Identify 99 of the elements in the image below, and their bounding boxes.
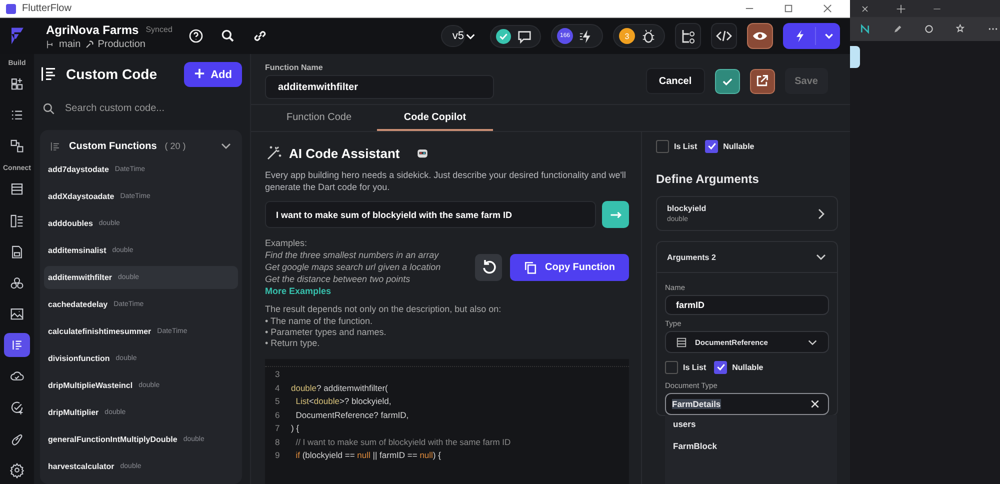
- copy-function-button[interactable]: Copy Function: [510, 254, 629, 281]
- function-count: ( 20 ): [164, 141, 186, 151]
- plus-icon: [194, 68, 205, 78]
- help-icon[interactable]: [188, 28, 204, 44]
- checkbox-label: Nullable: [723, 142, 754, 150]
- line-number: 4: [275, 382, 281, 393]
- reset-icon: [480, 259, 496, 276]
- maximize-icon[interactable]: [784, 4, 793, 13]
- window-title: FlutterFlow: [22, 3, 72, 14]
- extension-icon[interactable]: [860, 24, 870, 34]
- send-button[interactable]: [602, 201, 629, 228]
- robot-icon: [416, 146, 429, 160]
- reset-button[interactable]: [475, 254, 502, 281]
- line-number: 5: [275, 396, 281, 406]
- examples-label: Examples:: [265, 238, 308, 248]
- close-icon[interactable]: [860, 4, 870, 14]
- section-title[interactable]: Custom Functions: [69, 140, 157, 152]
- code-button[interactable]: [711, 23, 737, 49]
- preview-button[interactable]: [747, 23, 773, 49]
- search-icon[interactable]: [220, 28, 236, 44]
- checkbox-label: Is List: [674, 142, 698, 150]
- notes-intro: The result depends not only on the description, but also on:: [265, 304, 502, 316]
- code-line: if (blockyield == null || farmID == null) {: [294, 450, 441, 460]
- section-title: Define Arguments: [656, 172, 760, 186]
- editor-tab[interactable]: Code Copilot: [377, 105, 493, 131]
- branch-button[interactable]: [675, 23, 701, 49]
- document-type-field[interactable]: FarmDetails: [665, 393, 829, 415]
- count-badge: 3: [619, 28, 635, 44]
- wand-icon: [265, 144, 283, 162]
- line-number: 3: [275, 369, 281, 380]
- branch-icon: [680, 28, 696, 44]
- note-item: • The name of the function.: [265, 316, 374, 327]
- version-button[interactable]: v5: [441, 25, 465, 47]
- line-number: 9: [275, 450, 281, 460]
- chevron-down-icon: [824, 31, 834, 41]
- assistant-description: Every app building hero needs a sidekick. Just describe your desired functionality and we'll generate the Dart code for you.: [265, 170, 627, 194]
- chat-icon: [517, 28, 532, 44]
- name-field[interactable]: farmID: [665, 295, 829, 315]
- line-number: 8: [275, 436, 281, 447]
- code-line: DocumentReference? farmID,: [294, 410, 409, 420]
- menu-item[interactable]: FarmBlock: [673, 441, 829, 451]
- bug-icon: [641, 28, 656, 44]
- link-icon[interactable]: [252, 28, 268, 44]
- argument-title[interactable]: blockyield: [667, 204, 706, 213]
- add-button[interactable]: Add: [184, 62, 242, 86]
- code-line: double? additemwithfilter(: [291, 382, 388, 393]
- more-examples-link[interactable]: More Examples: [265, 286, 467, 296]
- close-icon[interactable]: [823, 4, 832, 13]
- checkbox[interactable]: [714, 360, 728, 374]
- editor-tab[interactable]: Function Code: [261, 105, 377, 131]
- assistant-title: AI Code Assistant: [289, 146, 400, 160]
- code-icon: [40, 65, 58, 83]
- panel-title: Custom Code: [66, 66, 157, 82]
- checkbox-label: Nullable: [732, 362, 764, 372]
- check-circle-icon: [496, 28, 511, 44]
- confirm-button[interactable]: [714, 68, 740, 94]
- menu-item[interactable]: users: [673, 419, 829, 429]
- checkbox-label: Is List: [683, 362, 706, 372]
- plus-icon[interactable]: [896, 4, 906, 14]
- run-button[interactable]: [783, 23, 840, 49]
- checkbox[interactable]: [665, 360, 678, 374]
- example-prompt[interactable]: Get the distance between two points: [265, 274, 467, 284]
- argument-title[interactable]: Arguments 2: [667, 252, 716, 262]
- pen-icon[interactable]: [892, 24, 902, 34]
- branch-icon: [46, 40, 55, 48]
- note-item: • Return type.: [265, 338, 321, 350]
- checkbox[interactable]: [656, 140, 669, 152]
- side-tab[interactable]: [850, 46, 860, 68]
- checkbox[interactable]: [705, 140, 718, 152]
- sync-status: Synced: [146, 25, 172, 34]
- copy-icon: [524, 260, 537, 274]
- example-prompt[interactable]: Get google maps search url given a location: [265, 262, 467, 272]
- line-number: 6: [275, 410, 281, 420]
- code-line: // I want to make sum of blockyield with the same farm ID: [294, 436, 511, 447]
- cancel-button[interactable]: Cancel: [646, 68, 705, 94]
- project-name: AgriNova Farms: [46, 22, 139, 36]
- open-external-button[interactable]: [750, 68, 775, 94]
- branch-name[interactable]: main: [59, 38, 81, 50]
- wrench-icon: [84, 40, 94, 48]
- function-name-field[interactable]: additemwithfilter: [265, 75, 494, 99]
- code-icon: [716, 28, 732, 44]
- environment-name[interactable]: Production: [98, 38, 146, 50]
- search-field[interactable]: Search custom code...: [63, 102, 217, 114]
- clear-icon[interactable]: [810, 399, 820, 409]
- search-icon: [42, 102, 55, 114]
- code-line: List<double>? blockyield,: [294, 396, 392, 406]
- function-list-icon: [50, 140, 61, 152]
- prompt-field[interactable]: I want to make sum of blockyield with the same farm ID: [265, 201, 596, 228]
- field-label: Function Name: [265, 63, 324, 72]
- table-icon: [676, 336, 687, 348]
- open-external-icon: [755, 74, 770, 88]
- example-prompt[interactable]: Find the three smallest numbers in an array: [265, 250, 467, 260]
- note-item: • Parameter types and names.: [265, 326, 388, 338]
- line-number: 7: [275, 423, 281, 434]
- app-logo-icon: [6, 4, 16, 14]
- status-pill[interactable]: [490, 24, 541, 48]
- code-icon[interactable]: [4, 333, 30, 358]
- favorites-icon[interactable]: [956, 24, 966, 34]
- code-line: ) {: [291, 423, 300, 434]
